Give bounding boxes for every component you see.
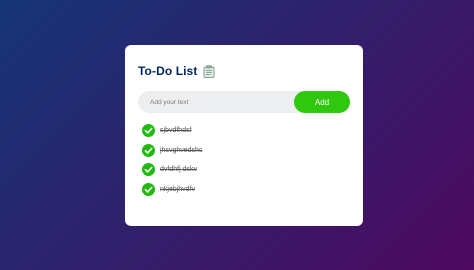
notepad-icon [203,64,215,78]
app-title: To-Do List [138,64,198,78]
task-list: sjbvdfhdsf jhsvghvedshc dvfdhfj dskv nkj… [138,124,350,196]
check-circle-icon[interactable] [142,182,155,196]
task-text: sjbvdfhdsf [160,127,192,134]
check-circle-icon[interactable] [142,163,155,176]
title-row: To-Do List [138,63,350,79]
task-text: dvfdhfj dskv [160,166,197,173]
task-text: jhsvghvedshc [160,146,203,154]
todo-card: To-Do List Add sjbvdfhdsf jhsvghved [125,45,363,226]
task-input[interactable] [138,91,294,113]
check-circle-icon[interactable] [142,143,155,157]
task-item[interactable]: sjbvdfhdsf [142,124,350,137]
check-circle-icon[interactable] [142,124,155,137]
add-task-row: Add [138,91,350,113]
task-item[interactable]: nkjebjhvdfv [142,182,350,196]
task-text: nkjebjhvdfv [160,185,196,193]
task-item[interactable]: dvfdhfj dskv [142,163,350,176]
task-item[interactable]: jhsvghvedshc [142,143,350,157]
add-button[interactable]: Add [294,91,350,113]
